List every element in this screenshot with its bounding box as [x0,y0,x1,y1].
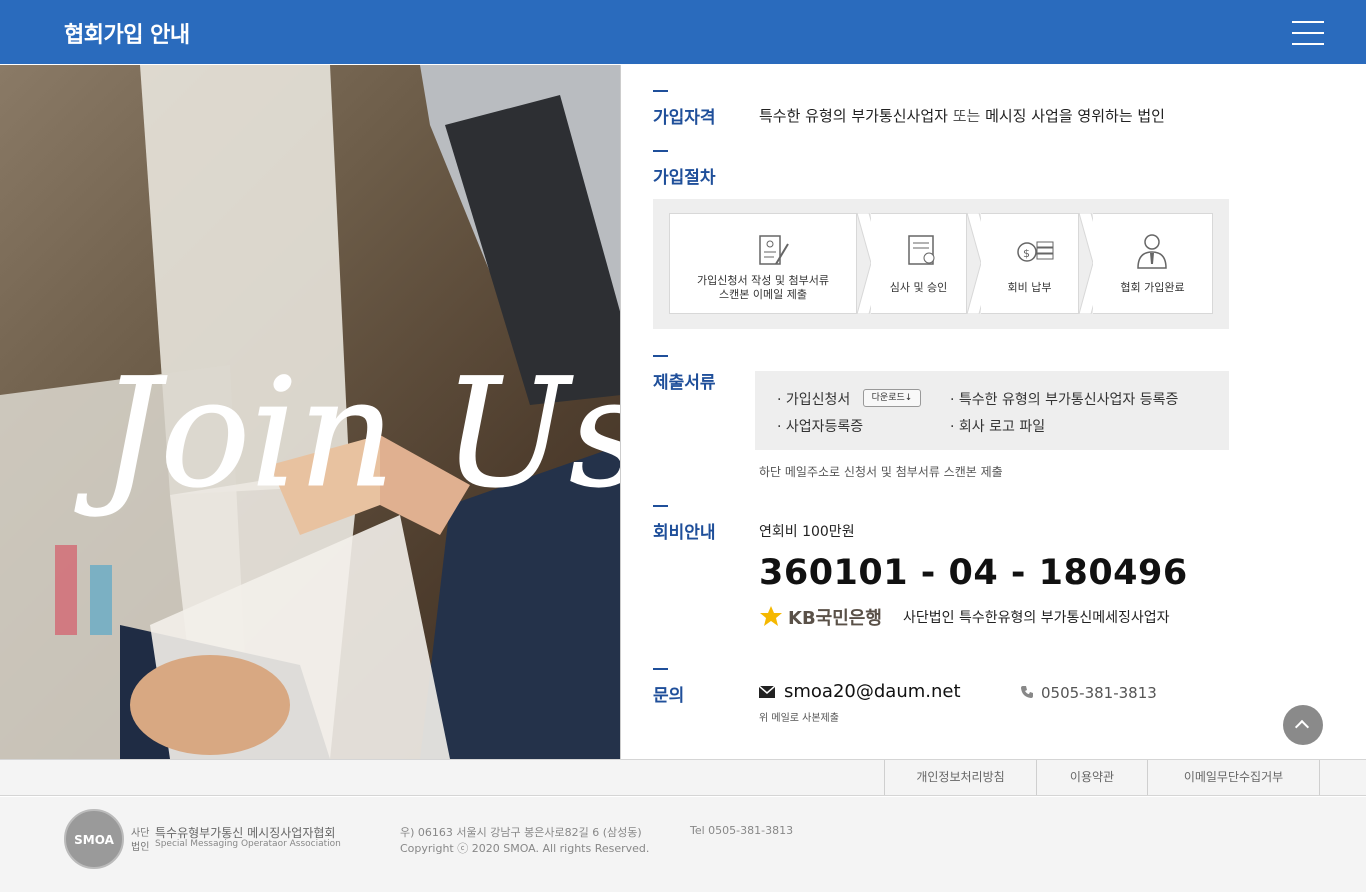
bank-name: KB국민은행 [788,608,882,629]
document-item: · 가입신청서 [777,392,851,408]
qualification-part-b: 메시징 사업을 영위하는 법인 [985,107,1165,125]
kb-star-logo-icon [760,606,782,626]
procedure-step-3: $ 회비 납부 [981,213,1079,314]
documents-note: 하단 메일주소로 신청서 및 첨부서류 스캔본 제출 [759,465,1003,479]
section-label-documents: 제출서류 [653,355,716,393]
top-header: 협회가입 안내 [0,0,1366,64]
procedure-step-4: 협회 가입완료 [1093,213,1213,314]
org-name-en: Special Messaging Operataor Association [155,839,341,849]
scroll-to-top-button[interactable] [1283,705,1323,745]
envelope-icon [759,686,775,698]
footer-links-bar: 개인정보처리방침 이용약관 이메일무단수집거부 [0,759,1366,796]
procedure-step-1-line1: 가입신청서 작성 및 첨부서류 [697,274,829,287]
hamburger-menu-icon[interactable] [1292,20,1324,46]
logo-text: SMOA [74,833,114,847]
footer-address: 우) 06163 서울시 강남구 봉은사로82길 6 (삼성동) [400,826,642,839]
phone-icon [1021,686,1033,698]
page-title: 협회가입 안내 [64,23,190,48]
contact-email[interactable]: smoa20@daum.net [784,681,961,702]
qualification-or: 또는 [947,107,986,125]
hero-image: Join Us [0,65,621,759]
documents-box [755,371,1229,450]
section-label-fee: 회비안내 [653,505,716,543]
coins-icon: $ [1017,241,1054,262]
org-prefix-2: 법인 [131,842,150,853]
procedure-step-1-line2: 스캔본 이메일 제출 [719,288,807,301]
person-tie-icon [1137,234,1167,269]
account-holder: 사단법인 특수한유형의 부가통신메세징사업자 [903,610,1170,626]
section-label-qualification: 가입자격 [653,90,716,128]
contact-phone: 0505-381-3813 [1041,684,1157,702]
svg-text:$: $ [1023,247,1030,260]
footer-link-privacy[interactable]: 개인정보처리방침 [884,760,1036,795]
document-item: · 회사 로고 파일 [950,419,1046,435]
org-prefix-1: 사단 [131,828,150,839]
footer: SMOA 사단 법인 특수유형부가통신 메시징사업자협회 Special Mes… [0,797,1366,892]
join-us-script: Join Us [74,347,621,521]
annual-fee: 연회비 100만원 [759,524,855,540]
footer-link-email-refusal[interactable]: 이메일무단수집거부 [1147,760,1320,795]
section-label-procedure: 가입절차 [653,150,716,188]
email-note: 위 메일로 사본제출 [759,713,839,724]
procedure-step-4-label: 협회 가입완료 [1120,281,1185,294]
procedure-step-2-label: 심사 및 승인 [889,281,948,294]
footer-copyright: Copyright ⓒ 2020 SMOA. All rights Reserv… [400,842,650,855]
certificate-icon [908,235,935,265]
document-item: · 사업자등록증 [777,419,864,435]
procedure-step-3-label: 회비 납부 [1007,281,1052,294]
document-item: · 특수한 유형의 부가통신사업자 등록증 [950,392,1179,408]
chevron-up-icon [1294,719,1310,735]
qualification-part-a: 특수한 유형의 부가통신사업자 [759,107,948,125]
procedure-steps: 가입신청서 작성 및 첨부서류 스캔본 이메일 제출 심사 및 승인 $ 회비 … [653,199,1229,329]
account-number: 360101 - 04 - 180496 [759,553,1188,593]
section-label-contact: 문의 [653,668,684,706]
procedure-step-1: 가입신청서 작성 및 첨부서류 스캔본 이메일 제출 [669,213,857,314]
footer-tel: Tel 0505-381-3813 [690,824,794,837]
footer-link-terms[interactable]: 이용약관 [1036,760,1147,795]
document-edit-icon [759,235,789,265]
download-button[interactable]: 다운로드↓ [863,389,921,407]
smoa-logo: SMOA [64,809,124,869]
qualification-text: 특수한 유형의 부가통신사업자 또는 메시징 사업을 영위하는 법인 [759,105,1165,126]
procedure-step-2: 심사 및 승인 [871,213,967,314]
